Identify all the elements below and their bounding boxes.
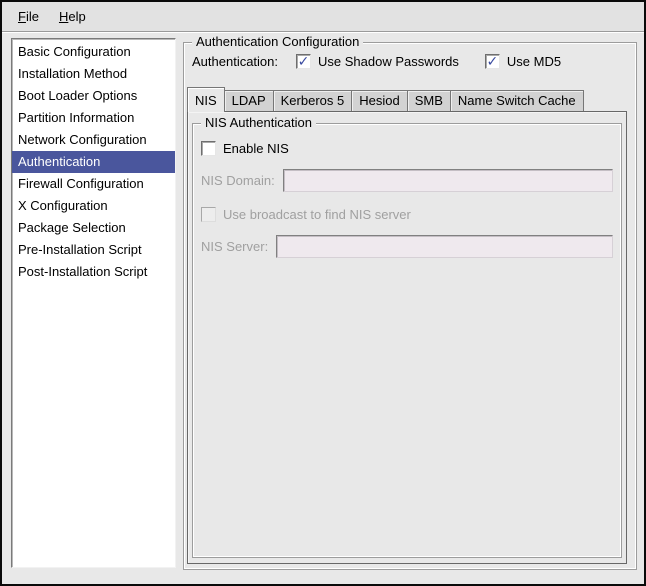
nis-server-label: NIS Server: xyxy=(201,239,268,254)
kickstart-configurator-window: File Help Basic Configuration Installati… xyxy=(0,0,646,586)
use-md5-checkbox[interactable] xyxy=(485,54,500,69)
nis-domain-input xyxy=(283,169,613,192)
use-shadow-passwords-checkbox[interactable] xyxy=(296,54,311,69)
use-broadcast-checkbox xyxy=(201,207,216,222)
tab-ldap[interactable]: LDAP xyxy=(224,90,274,111)
menu-file[interactable]: File xyxy=(8,5,49,28)
nis-server-row: NIS Server: xyxy=(201,235,613,258)
menu-help[interactable]: Help xyxy=(49,5,96,28)
enable-nis-row: Enable NIS xyxy=(201,141,613,156)
sidebar-item-post-installation-script[interactable]: Post-Installation Script xyxy=(12,261,175,283)
sidebar-item-partition-information[interactable]: Partition Information xyxy=(12,107,175,129)
sidebar-item-network-configuration[interactable]: Network Configuration xyxy=(12,129,175,151)
sidebar-item-boot-loader-options[interactable]: Boot Loader Options xyxy=(12,85,175,107)
use-shadow-passwords-label[interactable]: Use Shadow Passwords xyxy=(318,54,459,69)
authentication-notebook: NIS LDAP Kerberos 5 Hesiod SMB Name Swit… xyxy=(187,86,627,564)
frame-title: Authentication Configuration xyxy=(192,34,363,49)
authentication-label: Authentication: xyxy=(192,54,278,69)
sidebar-item-installation-method[interactable]: Installation Method xyxy=(12,63,175,85)
nis-tab-page: NIS Authentication Enable NIS NIS Domain… xyxy=(187,111,627,564)
sidebar-item-basic-configuration[interactable]: Basic Configuration xyxy=(12,41,175,63)
tab-hesiod[interactable]: Hesiod xyxy=(351,90,407,111)
tab-bar: NIS LDAP Kerberos 5 Hesiod SMB Name Swit… xyxy=(187,86,627,111)
tab-nis[interactable]: NIS xyxy=(187,87,225,112)
tab-kerberos-5[interactable]: Kerberos 5 xyxy=(273,90,353,111)
sidebar-item-pre-installation-script[interactable]: Pre-Installation Script xyxy=(12,239,175,261)
tab-smb[interactable]: SMB xyxy=(407,90,451,111)
use-broadcast-label: Use broadcast to find NIS server xyxy=(223,207,411,222)
nis-authentication-frame: NIS Authentication Enable NIS NIS Domain… xyxy=(192,123,622,558)
authentication-options-row: Authentication: Use Shadow Passwords Use… xyxy=(192,54,630,69)
sidebar-item-package-selection[interactable]: Package Selection xyxy=(12,217,175,239)
sidebar-item-firewall-configuration[interactable]: Firewall Configuration xyxy=(12,173,175,195)
nis-frame-title: NIS Authentication xyxy=(201,115,316,130)
use-shadow-passwords-option[interactable]: Use Shadow Passwords xyxy=(296,54,459,69)
tab-name-switch-cache[interactable]: Name Switch Cache xyxy=(450,90,584,111)
use-md5-label[interactable]: Use MD5 xyxy=(507,54,561,69)
sidebar-item-x-configuration[interactable]: X Configuration xyxy=(12,195,175,217)
section-list[interactable]: Basic Configuration Installation Method … xyxy=(11,38,176,568)
menubar: File Help xyxy=(2,2,644,32)
sidebar-item-authentication[interactable]: Authentication xyxy=(12,151,175,173)
enable-nis-label[interactable]: Enable NIS xyxy=(223,141,289,156)
enable-nis-checkbox[interactable] xyxy=(201,141,216,156)
nis-domain-row: NIS Domain: xyxy=(201,169,613,192)
use-md5-option[interactable]: Use MD5 xyxy=(485,54,561,69)
nis-server-input xyxy=(276,235,613,258)
authentication-configuration-frame: Authentication Configuration Authenticat… xyxy=(183,42,637,570)
broadcast-row: Use broadcast to find NIS server xyxy=(201,207,613,222)
nis-domain-label: NIS Domain: xyxy=(201,173,275,188)
